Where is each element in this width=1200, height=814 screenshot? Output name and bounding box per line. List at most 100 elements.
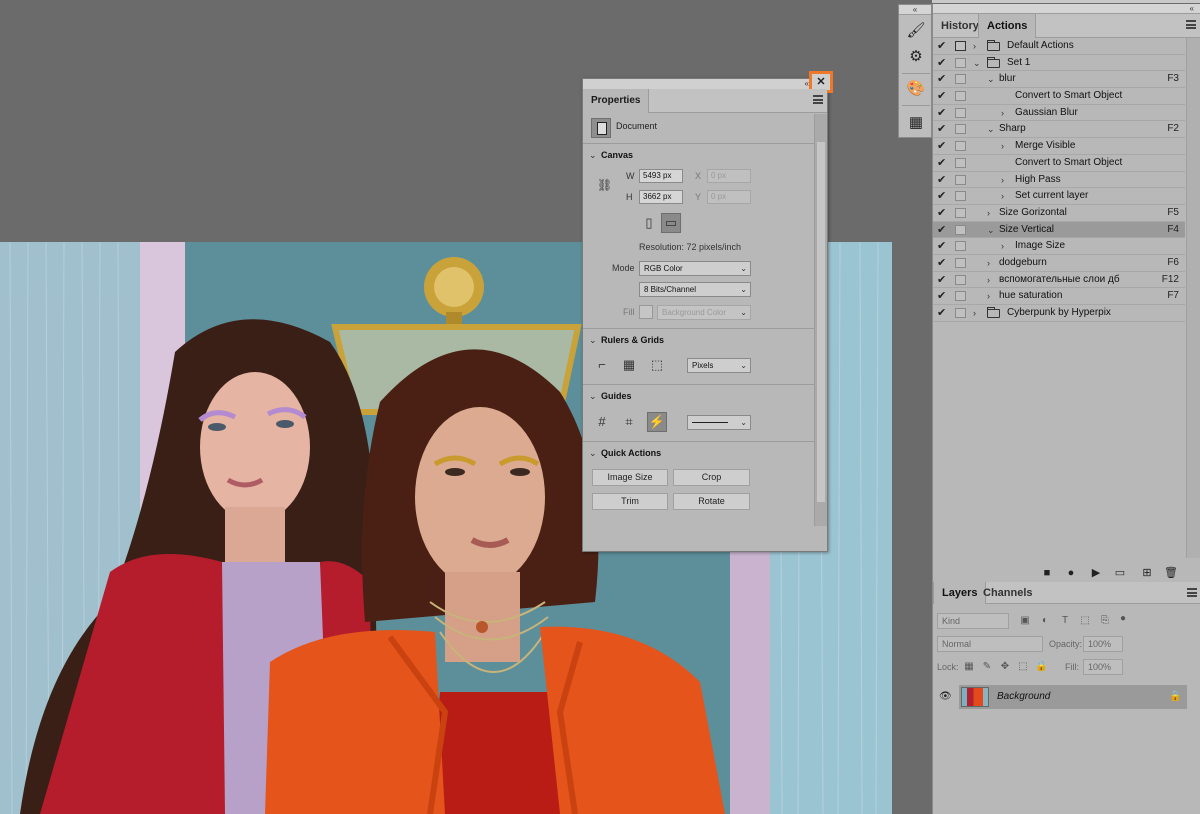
width-field[interactable]: 5493 px [639,169,683,183]
action-row[interactable]: ✔ › Gaussian Blur [933,105,1185,122]
dialog-toggle-icon[interactable] [955,241,966,252]
dialog-toggle-icon[interactable] [955,124,966,135]
lock-all-icon[interactable]: 🔒 [1035,661,1047,673]
action-enabled-check-icon[interactable]: ✔ [937,288,949,304]
chevron-down-icon[interactable]: ⌄ [987,71,997,87]
action-row[interactable]: ✔ › dodgeburn F6 [933,255,1185,272]
bit-depth-select[interactable]: 8 Bits/Channel ⌄ [639,282,751,297]
properties-scrollbar[interactable] [814,114,827,526]
grid-table-icon[interactable]: ▦ [903,111,929,135]
tab-channels[interactable]: Channels [975,582,1041,604]
dialog-toggle-icon[interactable] [955,224,966,235]
action-row[interactable]: ✔ › Size Gorizontal F5 [933,205,1185,222]
record-icon[interactable]: ● [1063,565,1079,581]
actions-scrollbar[interactable] [1186,38,1200,558]
layer-row-background[interactable]: Background 🔒 [959,685,1187,709]
action-enabled-check-icon[interactable]: ✔ [937,222,949,238]
action-row[interactable]: ✔ › High Pass [933,172,1185,189]
tab-properties[interactable]: Properties [583,89,650,113]
layers-panel-menu-icon[interactable] [1187,588,1197,597]
action-enabled-check-icon[interactable]: ✔ [937,105,949,121]
chevron-right-icon[interactable]: › [987,288,997,304]
quick-actions-title[interactable]: ⌄ Quick Actions [589,448,661,459]
blend-mode-select[interactable]: Normal [937,636,1043,652]
properties-scroll-thumb[interactable] [817,142,825,502]
fill-field[interactable]: 100% [1083,659,1123,675]
lock-image-icon[interactable]: ✎ [981,661,993,673]
landscape-orientation-icon[interactable]: ▭ [661,213,681,233]
chevron-down-icon[interactable]: ⌄ [987,222,997,238]
brush-presets-icon[interactable]: ⚙ [903,45,929,69]
panel-collapse-icon[interactable]: « [933,4,1200,14]
height-field[interactable]: 3662 px [639,190,683,204]
play-icon[interactable]: ▶ [1088,565,1104,581]
chevron-down-icon[interactable]: ⌄ [973,55,983,71]
action-enabled-check-icon[interactable]: ✔ [937,188,949,204]
dialog-toggle-icon[interactable] [955,274,966,285]
lock-artboard-icon[interactable]: ⬚ [1017,661,1029,673]
dialog-toggle-icon[interactable] [955,291,966,302]
filter-adjustment-icon[interactable]: ◐ [1039,615,1051,627]
lock-guides-icon[interactable]: ⌗ [619,412,639,432]
guide-style-select[interactable]: ⌄ [687,415,751,430]
chevron-right-icon[interactable]: › [1001,238,1011,254]
action-row[interactable]: ✔ › Set current layer [933,188,1185,205]
link-dimensions-icon[interactable]: ⛓ [597,178,612,192]
action-row[interactable]: ✔ Convert to Smart Object [933,88,1185,105]
dialog-toggle-icon[interactable] [955,141,966,152]
properties-drag-bar[interactable]: « ✕ [583,71,833,93]
ruler-units-select[interactable]: Pixels ⌄ [687,358,751,373]
action-row[interactable]: ✔ ⌄ Set 1 [933,55,1185,72]
rulers-section-title[interactable]: ⌄ Rulers & Grids [589,335,664,346]
chevron-right-icon[interactable]: › [987,272,997,288]
layer-kind-filter[interactable]: Kind [937,613,1009,629]
portrait-orientation-icon[interactable]: ▯ [639,213,659,233]
action-enabled-check-icon[interactable]: ✔ [937,172,949,188]
opacity-field[interactable]: 100% [1083,636,1123,652]
pixel-grid-icon[interactable]: ⬚ [647,355,667,375]
fill-color-swatch[interactable] [639,305,653,319]
action-enabled-check-icon[interactable]: ✔ [937,155,949,171]
action-enabled-check-icon[interactable]: ✔ [937,38,949,54]
chevron-right-icon[interactable]: › [973,38,983,54]
action-row[interactable]: ✔ › вспомогательные слои дб F12 [933,272,1185,289]
chevron-right-icon[interactable]: › [1001,188,1011,204]
show-guides-icon[interactable]: # [592,412,612,432]
filter-type-icon[interactable]: T [1059,615,1071,627]
action-enabled-check-icon[interactable]: ✔ [937,71,949,87]
dialog-toggle-icon[interactable] [955,107,966,118]
dialog-toggle-icon[interactable] [955,191,966,202]
dialog-toggle-icon[interactable] [955,207,966,218]
tab-actions[interactable]: Actions [978,14,1037,38]
dialog-toggle-icon[interactable] [955,257,966,268]
fill-select[interactable]: Background Color ⌄ [657,305,751,320]
action-enabled-check-icon[interactable]: ✔ [937,205,949,221]
image-size-button[interactable]: Image Size [592,469,668,486]
grid-icon[interactable]: ▦ [619,355,639,375]
guides-section-title[interactable]: ⌄ Guides [589,391,632,402]
action-enabled-check-icon[interactable]: ✔ [937,121,949,137]
actions-panel-menu-icon[interactable] [1186,20,1196,29]
new-set-icon[interactable]: ▭ [1112,565,1128,581]
dialog-toggle-icon[interactable] [955,74,966,85]
action-enabled-check-icon[interactable]: ✔ [937,238,949,254]
brush-settings-icon[interactable]: 🖌 [903,19,929,43]
dock-collapse-icon[interactable]: « [899,5,931,15]
action-row[interactable]: ✔ › Default Actions [933,38,1185,55]
layer-name[interactable]: Background [997,685,1050,709]
filter-pixel-icon[interactable]: ▣ [1019,615,1031,627]
x-field[interactable]: 0 px [707,169,751,183]
filter-toggle-icon[interactable]: ● [1117,613,1129,625]
stop-icon[interactable]: ■ [1039,565,1055,581]
action-row[interactable]: ✔ › Image Size [933,238,1185,255]
chevron-right-icon[interactable]: › [973,305,983,321]
chevron-right-icon[interactable]: › [987,205,997,221]
action-row[interactable]: ✔ ⌄ Sharp F2 [933,121,1185,139]
dialog-toggle-icon[interactable] [955,157,966,168]
dialog-toggle-icon[interactable] [955,91,966,102]
new-action-icon[interactable]: ⊞ [1139,565,1155,581]
chevron-right-icon[interactable]: › [1001,172,1011,188]
ruler-icon[interactable]: ⌐ [592,355,612,375]
chevron-right-icon[interactable]: › [1001,105,1011,121]
color-palette-icon[interactable]: 🎨 [903,77,929,101]
